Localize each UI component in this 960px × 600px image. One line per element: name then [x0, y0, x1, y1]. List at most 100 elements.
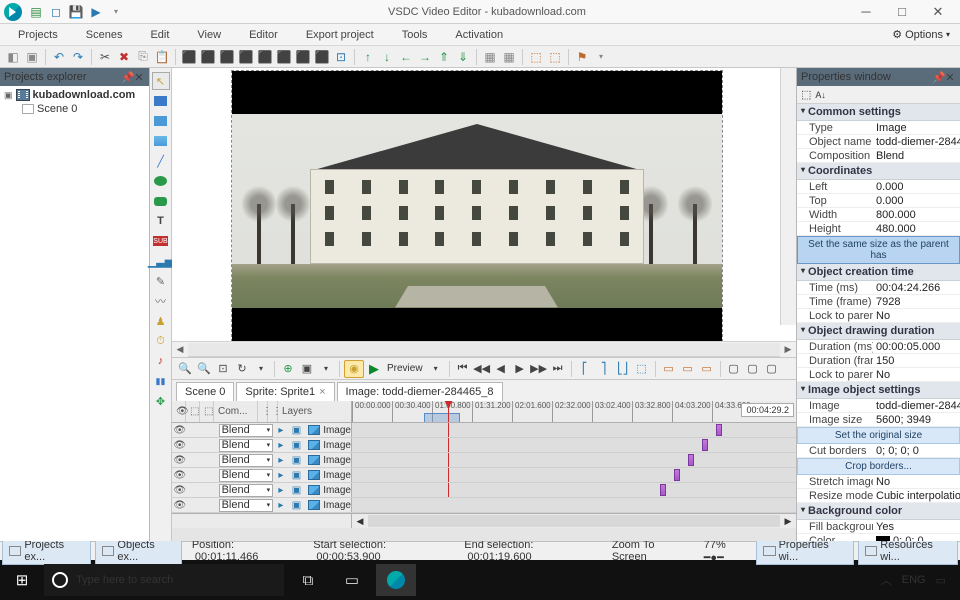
dropdown-icon[interactable]: ▾ [107, 3, 125, 21]
playhead[interactable] [448, 401, 449, 422]
tray-chevron-icon[interactable]: ︿ [881, 572, 892, 588]
timeline-ruler[interactable]: 00:00.00000:30.40001:00.80001:31.20002:0… [352, 401, 796, 422]
property-action-button[interactable]: Set the original size [797, 427, 960, 444]
move-tool-icon[interactable]: ✥ [152, 392, 170, 410]
track-opt1-icon[interactable]: ▸ [273, 470, 289, 481]
track-visibility-icon[interactable]: 👁 [172, 440, 188, 451]
property-row[interactable]: Time (ms)00:04:24.266 [797, 281, 960, 295]
az-sort-icon[interactable]: A↓ [815, 90, 826, 100]
paste-icon[interactable]: 📋 [153, 48, 171, 66]
panel-close-icon[interactable]: ✕ [133, 71, 145, 84]
mark-out-icon[interactable]: ⎤ [595, 360, 613, 378]
extra3-icon[interactable]: ▢ [763, 360, 781, 378]
align-center-v-icon[interactable]: ⬛ [256, 48, 274, 66]
region1-icon[interactable]: ▭ [660, 360, 678, 378]
menu-export[interactable]: Export project [292, 26, 388, 44]
property-row[interactable]: Resize modeCubic interpolation [797, 489, 960, 503]
property-row[interactable]: Duration (ms)00:00:05.000 [797, 340, 960, 354]
start-button[interactable]: ⊞ [4, 564, 40, 596]
copy-icon[interactable]: ⎘ [134, 48, 152, 66]
property-action-button[interactable]: Crop borders... [797, 458, 960, 475]
track-label[interactable]: Image [304, 485, 351, 496]
blend-mode-select[interactable]: Blend▾ [219, 454, 274, 467]
add-scene-icon[interactable]: ▣ [298, 360, 316, 378]
blend-mode-select[interactable]: Blend▾ [219, 439, 274, 452]
track-opt1-icon[interactable]: ▸ [273, 455, 289, 466]
blend-mode-select[interactable]: Blend▾ [219, 484, 274, 497]
flag-icon[interactable]: ⚑ [573, 48, 591, 66]
property-group-header[interactable]: ▾Coordinates [797, 163, 960, 180]
tree-scene-node[interactable]: Scene 0 [2, 102, 147, 116]
track-visibility-icon[interactable]: 👁 [172, 425, 188, 436]
property-row[interactable]: Imagetodd-diemer-284465 [797, 399, 960, 413]
track-visibility-icon[interactable]: 👁 [172, 470, 188, 481]
property-row[interactable]: Left0.000 [797, 180, 960, 194]
distribute-h-icon[interactable]: ⬛ [294, 48, 312, 66]
close-button[interactable]: ✕ [926, 3, 950, 21]
track-opt2-icon[interactable]: ▣ [289, 455, 305, 466]
extra2-icon[interactable]: ▢ [744, 360, 762, 378]
open-icon[interactable]: ◻ [47, 3, 65, 21]
property-group-header[interactable]: ▾Object creation time [797, 264, 960, 281]
preview-hscroll[interactable]: ◀▶ [172, 341, 796, 357]
track-opt2-icon[interactable]: ▣ [289, 440, 305, 451]
play-quick-icon[interactable]: ▶ [87, 3, 105, 21]
track-label[interactable]: Image [304, 425, 351, 436]
cut-icon[interactable]: ✂ [96, 48, 114, 66]
drop-icon[interactable]: ▾ [592, 48, 610, 66]
menu-tools[interactable]: Tools [388, 26, 442, 44]
sort-icon[interactable]: ⬚ [801, 88, 811, 101]
timeline-clip[interactable] [660, 484, 666, 496]
person-tool-icon[interactable]: ♟ [152, 312, 170, 330]
menu-editor[interactable]: Editor [235, 26, 292, 44]
timeline-hscroll[interactable]: ◀ ▶ [352, 514, 796, 528]
property-row[interactable]: Height480.000 [797, 222, 960, 236]
goto-end-icon[interactable]: ⏭ [549, 360, 567, 378]
bracket-icon[interactable]: ⬚ [633, 360, 651, 378]
text-tool-icon[interactable]: T [152, 212, 170, 230]
toggle1-icon[interactable]: ▦ [481, 48, 499, 66]
tray-lang[interactable]: ENG [902, 574, 926, 586]
track-opt2-icon[interactable]: ▣ [289, 425, 305, 436]
arrow-down-icon[interactable]: ↓ [378, 48, 396, 66]
timeline-clip[interactable] [674, 469, 680, 481]
bottom-tab-projects[interactable]: Projects ex... [2, 537, 91, 565]
center-icon[interactable]: ⊡ [332, 48, 350, 66]
track-visibility-icon[interactable]: 👁 [172, 500, 188, 511]
pin-icon[interactable]: 📌 [932, 71, 944, 84]
menu-projects[interactable]: Projects [4, 26, 72, 44]
panel-close-icon[interactable]: ✕ [944, 71, 956, 84]
blend-mode-select[interactable]: Blend▾ [219, 499, 274, 512]
property-row[interactable]: TypeImage [797, 121, 960, 135]
ellipse-tool-icon[interactable] [152, 172, 170, 190]
property-group-header[interactable]: ▾Image object settings [797, 382, 960, 399]
property-row[interactable]: Duration (frame)150 [797, 354, 960, 368]
track-visibility-icon[interactable]: 👁 [172, 485, 188, 496]
pin-icon[interactable]: 📌 [121, 71, 133, 84]
extra1-icon[interactable]: ▢ [725, 360, 743, 378]
options-button[interactable]: ⚙ Options ▾ [886, 28, 956, 41]
rect-blue-tool-icon[interactable] [152, 112, 170, 130]
step-back-icon[interactable]: ◀ [492, 360, 510, 378]
composition-col[interactable]: Com... [214, 401, 258, 422]
property-group-header[interactable]: ▾Object drawing duration [797, 323, 960, 340]
arrow-down2-icon[interactable]: ⇓ [454, 48, 472, 66]
play-button[interactable]: ▶ [365, 360, 383, 378]
property-row[interactable]: Top0.000 [797, 194, 960, 208]
property-row[interactable]: Time (frame)7928 [797, 295, 960, 309]
arrow-left-icon[interactable]: ← [397, 48, 415, 66]
fx-col-icon[interactable]: ⬚ [200, 401, 214, 422]
blend-mode-select[interactable]: Blend▾ [219, 424, 274, 437]
property-row[interactable]: Object nametodd-diemer-284465 [797, 135, 960, 149]
lock-col-icon[interactable]: ⬚ [186, 401, 200, 422]
counter-tool-icon[interactable]: ⏱ [152, 332, 170, 350]
close-tab-icon[interactable]: × [319, 386, 325, 398]
arrow-up2-icon[interactable]: ⇑ [435, 48, 453, 66]
mark-in-icon[interactable]: ⎡ [576, 360, 594, 378]
chart-tool-icon[interactable]: ▁▃▅ [152, 252, 170, 270]
menu-edit[interactable]: Edit [136, 26, 183, 44]
explorer-icon[interactable]: ▭ [332, 564, 372, 596]
goto-start-icon[interactable]: ⏮ [454, 360, 472, 378]
task-view-icon[interactable]: ⧉ [288, 564, 328, 596]
track-opt1-icon[interactable]: ▸ [273, 425, 289, 436]
